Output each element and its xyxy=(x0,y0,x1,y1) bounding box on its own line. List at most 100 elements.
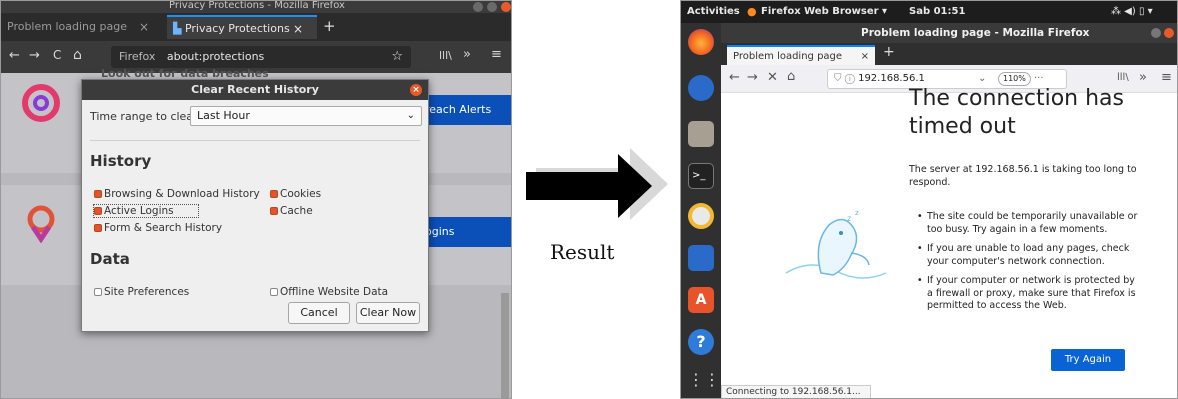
tab-problem-loading[interactable]: Problem loading page × xyxy=(1,15,161,39)
checkbox-label: Active Logins xyxy=(104,205,174,217)
checkbox-form-search-history[interactable]: Form & Search History xyxy=(94,222,222,234)
view-breach-alerts-button[interactable]: reach Alerts xyxy=(421,95,511,125)
window-titlebar: Privacy Protections - Mozilla Firefox xyxy=(1,1,511,13)
home-icon[interactable]: ⌂ xyxy=(73,47,82,63)
bookmark-star-icon[interactable]: ☆ xyxy=(391,46,403,68)
checkbox-offline-website-data[interactable]: Offline Website Data xyxy=(270,286,388,298)
reload-icon[interactable]: C xyxy=(53,48,61,62)
cancel-button[interactable]: Cancel xyxy=(288,302,350,324)
checkbox-active-logins[interactable]: Active Logins xyxy=(93,204,199,218)
terminal-dock-icon[interactable]: >_ xyxy=(688,163,714,189)
library-icon[interactable]: lll\ xyxy=(439,49,452,62)
close-tab-icon[interactable]: × xyxy=(293,17,303,39)
firefox-window: Problem loading page - Mozilla Firefox P… xyxy=(721,23,1177,398)
forward-icon[interactable]: → xyxy=(747,70,758,85)
dialog-titlebar: Clear Recent History × xyxy=(82,80,428,100)
stop-icon[interactable]: ✕ xyxy=(767,70,778,85)
checkbox-site-preferences[interactable]: Site Preferences xyxy=(94,286,189,298)
new-tab-button[interactable]: + xyxy=(323,17,336,35)
checkbox-label: Browsing & Download History xyxy=(104,188,260,200)
firefox-small-icon: ● xyxy=(747,5,757,18)
result-arrow-icon xyxy=(526,148,668,220)
close-tab-icon[interactable]: × xyxy=(139,15,149,39)
dialog-title: Clear Recent History xyxy=(191,83,319,96)
clock[interactable]: Sab 01:51 xyxy=(909,1,965,23)
checkbox-icon xyxy=(270,288,278,296)
minimize-icon[interactable] xyxy=(473,2,483,12)
checkbox-cache[interactable]: Cache xyxy=(270,205,313,217)
overflow-icon[interactable]: » xyxy=(1139,70,1147,85)
overflow-icon[interactable]: » xyxy=(463,47,471,62)
svg-text:z: z xyxy=(847,214,851,223)
forward-icon[interactable]: → xyxy=(29,48,40,63)
firefox-dock-icon[interactable] xyxy=(688,29,714,55)
shield-icon: ⛉ xyxy=(834,73,842,84)
app-menu[interactable]: Firefox Web Browser ▾ xyxy=(761,1,887,23)
firefox-identity-label: Firefox xyxy=(119,50,156,63)
back-icon[interactable]: ← xyxy=(729,70,740,85)
checkbox-cookies[interactable]: Cookies xyxy=(270,188,321,200)
checkbox-browsing-history[interactable]: Browsing & Download History xyxy=(94,188,260,200)
try-again-button[interactable]: Try Again xyxy=(1051,349,1125,371)
time-range-select[interactable]: Last Hour ⌄ xyxy=(190,106,422,126)
show-apps-icon[interactable]: ⋮⋮ xyxy=(688,369,720,395)
system-indicators[interactable]: ⁂ ◀) ▯ ▾ xyxy=(1111,1,1153,23)
tab-label: Problem loading page xyxy=(733,51,843,62)
checkbox-label: Cache xyxy=(280,205,313,217)
error-bullet: The site could be temporarily unavailabl… xyxy=(917,211,1143,236)
tab-privacy-protections[interactable]: ▙ Privacy Protections × xyxy=(167,15,317,39)
divider xyxy=(90,140,420,141)
history-heading: History xyxy=(90,152,152,170)
tab-label: Privacy Protections xyxy=(184,22,290,35)
checkbox-label: Site Preferences xyxy=(104,286,190,298)
error-heading: The connection has timed out xyxy=(909,86,1125,139)
files-dock-icon[interactable] xyxy=(688,121,714,147)
back-icon[interactable]: ← xyxy=(9,48,20,63)
library-icon[interactable]: lll\ xyxy=(1117,72,1129,83)
privacy-icon: ▙ xyxy=(173,22,182,35)
manage-logins-button[interactable]: ogins xyxy=(421,217,511,247)
dialog-close-icon[interactable]: × xyxy=(410,84,422,96)
info-icon: ⓘ xyxy=(844,73,855,84)
activities-button[interactable]: Activities xyxy=(687,1,740,23)
close-tab-icon[interactable]: × xyxy=(861,47,869,67)
url-text: 192.168.56.1 xyxy=(858,73,925,84)
checkbox-icon xyxy=(94,190,102,198)
new-tab-button[interactable]: + xyxy=(883,44,895,60)
window-title: Problem loading page - Mozilla Firefox xyxy=(861,27,1090,39)
tab-problem-loading[interactable]: Problem loading page × xyxy=(727,45,875,65)
figure: Privacy Protections - Mozilla Firefox Pr… xyxy=(0,0,1178,399)
ubuntu-top-bar: Activities ● Firefox Web Browser ▾ Sab 0… xyxy=(681,1,1177,23)
right-screenshot: Activities ● Firefox Web Browser ▾ Sab 0… xyxy=(680,0,1178,399)
scrollbar[interactable] xyxy=(501,293,509,398)
url-bar[interactable]: Firefox about:protections ☆ xyxy=(111,46,411,68)
checkbox-icon xyxy=(270,190,278,198)
result-label: Result xyxy=(550,240,615,264)
rhythmbox-dock-icon[interactable] xyxy=(688,203,714,229)
zoom-indicator[interactable]: 110% xyxy=(998,72,1031,86)
checkbox-icon xyxy=(270,207,278,215)
home-icon[interactable]: ⌂ xyxy=(787,69,795,84)
software-dock-icon[interactable]: A xyxy=(688,287,714,313)
maximize-icon[interactable] xyxy=(487,2,497,12)
window-titlebar: Problem loading page - Mozilla Firefox xyxy=(721,23,1177,43)
close-icon[interactable] xyxy=(501,2,511,12)
close-icon[interactable] xyxy=(1164,28,1174,38)
left-screenshot: Privacy Protections - Mozilla Firefox Pr… xyxy=(0,0,512,399)
menu-icon[interactable]: ≡ xyxy=(1161,70,1172,85)
monitor-logo-icon xyxy=(22,84,60,122)
menu-icon[interactable]: ≡ xyxy=(491,47,502,62)
checkbox-icon xyxy=(94,288,102,296)
dinosaur-illustration-icon: z z xyxy=(785,209,887,279)
tab-strip: Problem loading page × ▙ Privacy Protect… xyxy=(1,13,511,41)
help-dock-icon[interactable]: ? xyxy=(688,329,714,355)
minimize-icon[interactable] xyxy=(1151,28,1161,38)
svg-text:z: z xyxy=(855,209,859,217)
time-range-value: Last Hour xyxy=(197,109,250,122)
data-heading: Data xyxy=(90,250,130,268)
status-bar: Connecting to 192.168.56.1... xyxy=(721,385,871,398)
writer-dock-icon[interactable] xyxy=(688,245,714,271)
ubuntu-dock: >_ A ? ⋮⋮ xyxy=(681,23,721,398)
thunderbird-dock-icon[interactable] xyxy=(688,75,714,101)
clear-now-button[interactable]: Clear Now xyxy=(356,302,420,324)
